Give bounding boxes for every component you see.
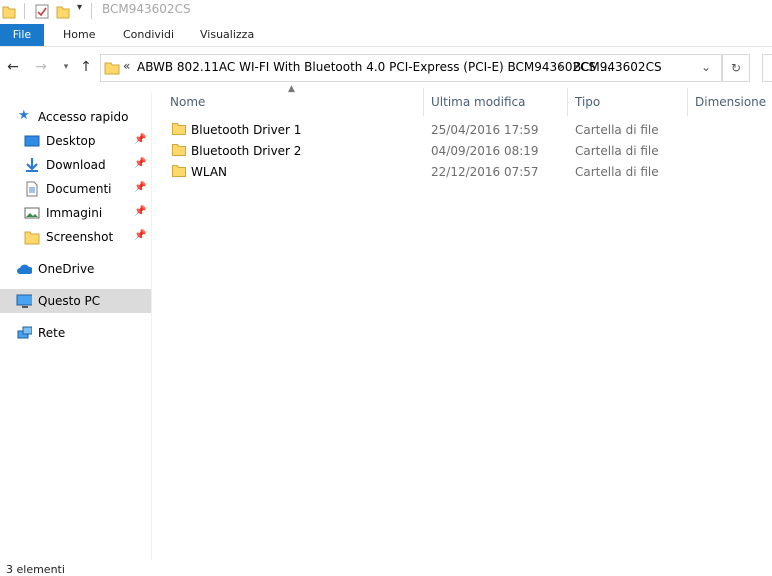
breadcrumb-separator-icon[interactable]: ›	[559, 59, 564, 73]
sidebar-item-rete[interactable]: Rete	[0, 322, 151, 344]
search-input[interactable]	[762, 54, 772, 82]
address-history-chevron-icon[interactable]: ⌄	[701, 60, 711, 74]
tab-visualizza[interactable]: Visualizza	[200, 24, 254, 46]
tab-home[interactable]: Home	[63, 24, 95, 46]
window-title: BCM943602CS	[102, 2, 191, 16]
breadcrumb-overflow[interactable]: «	[123, 59, 130, 73]
sidebar-item-screenshot[interactable]: Screenshot 📌	[0, 226, 151, 248]
file-name: Bluetooth Driver 1	[191, 123, 302, 137]
column-headers: ▲ Nome Ultima modifica Tipo Dimensione	[152, 84, 772, 116]
column-header-modified[interactable]: Ultima modifica	[431, 95, 526, 109]
back-arrow-icon[interactable]: ←	[5, 59, 21, 75]
file-modified: 25/04/2016 17:59	[431, 123, 539, 137]
column-divider[interactable]	[687, 88, 688, 116]
network-icon	[17, 326, 32, 339]
documents-icon	[26, 181, 38, 197]
sidebar-item-label: Desktop	[46, 134, 96, 148]
ribbon: File Home Condividi Visualizza	[0, 24, 772, 47]
customize-toolbar-chevron-icon[interactable]: ▾	[77, 2, 82, 18]
tab-file[interactable]: File	[0, 24, 44, 46]
file-type: Cartella di file	[575, 165, 659, 179]
folder-icon	[172, 165, 186, 177]
recent-locations-chevron-icon[interactable]: ▾	[58, 59, 74, 75]
column-divider[interactable]	[567, 88, 568, 116]
sidebar-item-questo-pc[interactable]: Questo PC	[0, 289, 151, 313]
sidebar-item-download[interactable]: Download 📌	[0, 154, 151, 176]
folder-icon	[104, 62, 120, 75]
sidebar-item-label: Questo PC	[38, 294, 101, 308]
new-folder-icon[interactable]	[56, 3, 70, 19]
star-icon: ★	[18, 108, 30, 123]
file-name: WLAN	[191, 165, 228, 179]
download-icon	[26, 158, 38, 172]
sidebar-item-documenti[interactable]: Documenti 📌	[0, 178, 151, 200]
title-bar: ▾ BCM943602CS	[0, 0, 772, 22]
forward-arrow-icon[interactable]: →	[33, 59, 49, 75]
file-modified: 22/12/2016 07:57	[431, 165, 539, 179]
address-bar[interactable]: « ABWB 802.11AC WI-FI With Bluetooth 4.0…	[100, 54, 722, 82]
sidebar-item-desktop[interactable]: Desktop 📌	[0, 130, 151, 152]
pin-icon: 📌	[134, 206, 147, 217]
sidebar-item-immagini[interactable]: Immagini 📌	[0, 202, 151, 224]
folder-icon	[172, 123, 186, 135]
sort-ascending-icon: ▲	[288, 84, 295, 94]
sidebar-item-label: Screenshot	[46, 230, 114, 244]
toolbar-divider	[24, 3, 25, 19]
sidebar-item-label: Download	[46, 158, 106, 172]
pin-icon: 📌	[134, 182, 147, 193]
column-divider[interactable]	[423, 88, 424, 116]
sidebar-item-label: OneDrive	[38, 262, 95, 276]
computer-icon	[16, 294, 32, 308]
title-divider	[91, 3, 92, 19]
properties-icon[interactable]	[34, 3, 50, 19]
breadcrumb-current[interactable]: BCM943602CS	[573, 60, 662, 74]
file-row[interactable]: WLAN 22/12/2016 07:57 Cartella di file	[152, 162, 772, 183]
folder-icon[interactable]	[2, 3, 16, 19]
file-row[interactable]: Bluetooth Driver 1 25/04/2016 17:59 Cart…	[152, 120, 772, 141]
file-type: Cartella di file	[575, 123, 659, 137]
refresh-button[interactable]: ↻	[722, 54, 750, 82]
sidebar-item-onedrive[interactable]: OneDrive	[0, 258, 151, 280]
file-modified: 04/09/2016 08:19	[431, 144, 539, 158]
pin-icon: 📌	[134, 134, 147, 145]
tab-condividi[interactable]: Condividi	[123, 24, 174, 46]
file-row[interactable]: Bluetooth Driver 2 04/09/2016 08:19 Cart…	[152, 141, 772, 162]
status-bar-item-count: 3 elementi	[6, 563, 65, 576]
sidebar-item-label: Accesso rapido	[38, 110, 129, 124]
up-arrow-icon[interactable]: ↑	[78, 59, 94, 75]
breadcrumb-parent[interactable]: ABWB 802.11AC WI-FI With Bluetooth 4.0 P…	[137, 60, 611, 74]
sidebar-item-label: Documenti	[46, 182, 112, 196]
navigation-pane: ★ Accesso rapido Desktop 📌 Download 📌 Do…	[0, 92, 152, 560]
sidebar-item-label: Immagini	[46, 206, 103, 220]
sidebar-item-accesso-rapido[interactable]: ★ Accesso rapido	[0, 106, 151, 128]
file-name: Bluetooth Driver 2	[191, 144, 302, 158]
folder-icon	[172, 144, 186, 156]
refresh-icon: ↻	[730, 61, 742, 75]
column-header-size[interactable]: Dimensione	[695, 95, 766, 109]
folder-icon	[24, 231, 40, 245]
pin-icon: 📌	[134, 158, 147, 169]
desktop-icon	[24, 135, 40, 147]
pin-icon: 📌	[134, 230, 147, 241]
cloud-icon	[17, 264, 32, 274]
sidebar-item-label: Rete	[38, 326, 66, 340]
column-header-name[interactable]: Nome	[170, 95, 205, 109]
file-type: Cartella di file	[575, 144, 659, 158]
column-header-type[interactable]: Tipo	[575, 95, 600, 109]
pictures-icon	[24, 207, 40, 219]
